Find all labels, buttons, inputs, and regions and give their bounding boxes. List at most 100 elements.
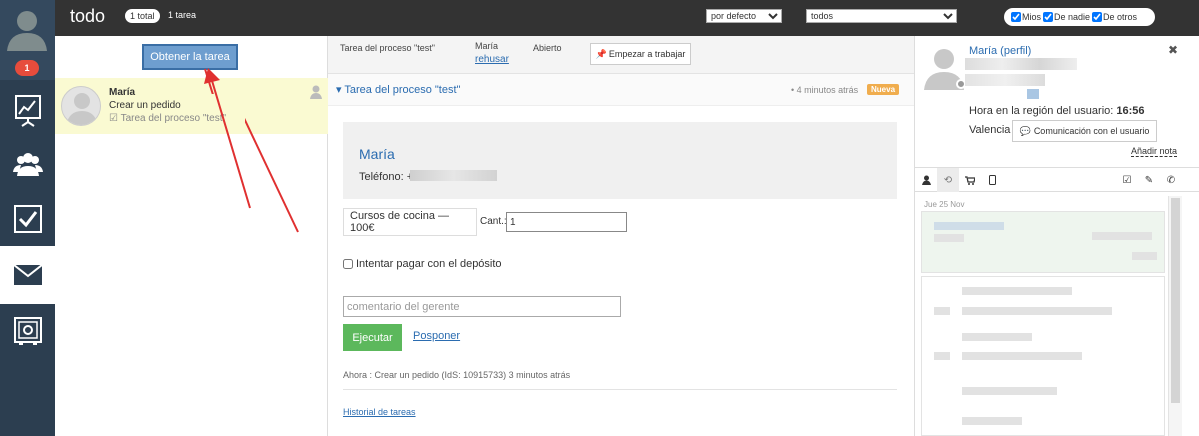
- total-pill: 1 total: [125, 9, 160, 23]
- task-history-link[interactable]: Historial de tareas: [343, 407, 416, 417]
- task-contact-name: María: [109, 87, 136, 98]
- redacted-text: [962, 417, 1022, 425]
- user-silhouette-icon: [66, 93, 98, 125]
- chat-icon: 💬: [1019, 125, 1031, 136]
- redacted-text: [962, 352, 1082, 360]
- mobile-icon: [988, 175, 996, 185]
- new-badge: Nueva: [867, 84, 900, 95]
- phone-icon: ✆: [1166, 174, 1176, 186]
- owner-filter: Mios De nadie De otros: [1004, 8, 1155, 26]
- redacted-text: [934, 307, 950, 315]
- close-icon[interactable]: ✖: [1168, 43, 1178, 57]
- task-list-panel: Obtener la tarea María Crear un pedido ☑…: [55, 36, 328, 436]
- nav-safe[interactable]: [0, 302, 55, 360]
- tab-tasks[interactable]: ☑: [1116, 168, 1138, 192]
- redacted-info: [965, 58, 1077, 70]
- scrollbar-thumb[interactable]: [1171, 198, 1180, 403]
- tab-user: María: [475, 41, 499, 51]
- nav-dashboard[interactable]: [0, 82, 55, 140]
- time-ago: • 4 minutos atrás: [791, 85, 859, 95]
- activity-feed: Jue 25 Nov: [921, 196, 1165, 436]
- user-local-time: Hora en la región del usuario: 16:56: [969, 105, 1145, 117]
- feed-entry: [921, 211, 1165, 273]
- filter-mine-checkbox[interactable]: [1011, 12, 1021, 22]
- redacted-info: [965, 74, 1045, 86]
- nav-contacts[interactable]: [0, 136, 55, 194]
- tab-mobile[interactable]: [981, 168, 1003, 192]
- safe-icon: [13, 317, 42, 345]
- execute-button[interactable]: Ejecutar: [343, 324, 402, 351]
- task-title-toggle[interactable]: ▾ Tarea del proceso "test": [336, 83, 460, 96]
- contact-card: María Teléfono: +: [343, 122, 897, 199]
- redacted-text: [934, 234, 964, 242]
- task-action: Crear un pedido: [109, 100, 181, 111]
- tab-history[interactable]: ⟲: [937, 168, 959, 192]
- chart-board-icon: [14, 95, 41, 127]
- feed-scrollbar[interactable]: [1168, 196, 1182, 436]
- user-avatar-icon: [7, 11, 47, 51]
- tab-cart[interactable]: [959, 168, 981, 192]
- feed-entry: [921, 276, 1165, 436]
- filter-nobody[interactable]: De nadie: [1043, 12, 1090, 22]
- qty-input[interactable]: [506, 212, 627, 232]
- redacted-text: [1092, 232, 1152, 240]
- qty-label: Cant.:: [480, 216, 507, 227]
- redacted-text: [1132, 252, 1157, 260]
- postpone-link[interactable]: Posponer: [413, 330, 460, 342]
- redacted-text: [962, 387, 1057, 395]
- mail-icon: [13, 265, 42, 285]
- phone-redacted: [410, 170, 497, 181]
- profile-link[interactable]: María (perfil): [969, 45, 1031, 57]
- tab-notes[interactable]: ✎: [1138, 168, 1160, 192]
- user-icon: [921, 175, 931, 185]
- task-detail-panel: Tarea del proceso "test" María rehusar A…: [328, 36, 914, 436]
- manager-comment-input[interactable]: [343, 296, 621, 317]
- group-icon: [12, 153, 43, 176]
- redacted-text: [962, 287, 1072, 295]
- deposit-option[interactable]: Intentar pagar con el depósito: [343, 258, 502, 270]
- task-tabs: Tarea del proceso "test" María rehusar A…: [328, 36, 914, 74]
- top-bar: todo 1 total 1 tarea por defecto todos M…: [55, 0, 1199, 36]
- add-note-link[interactable]: Añadir nota: [1131, 146, 1178, 157]
- tab-user-info[interactable]: [915, 168, 937, 192]
- filter-select[interactable]: todos: [806, 9, 957, 23]
- reject-link[interactable]: rehusar: [475, 54, 509, 65]
- contact-name[interactable]: María: [359, 146, 395, 162]
- nav-tasks[interactable]: [0, 190, 55, 248]
- redacted-text: [962, 333, 1032, 341]
- task-count: 1 tarea: [168, 10, 197, 20]
- phone-label: Teléfono: +: [359, 171, 414, 183]
- user-city: Valencia: [969, 124, 1011, 136]
- redacted-text: [962, 307, 1112, 315]
- annotation-arrow-line: [209, 73, 251, 209]
- profile-tabs: ⟲ ☑ ✎ ✆: [915, 167, 1199, 192]
- checkbox-icon: [13, 205, 42, 233]
- tab-status: Abierto: [533, 43, 562, 53]
- tab-process[interactable]: Tarea del proceso "test": [340, 43, 435, 53]
- filter-others-checkbox[interactable]: [1092, 12, 1103, 22]
- caret-down-icon: ▾: [336, 84, 342, 96]
- pin-icon: 📌: [595, 48, 607, 59]
- filter-mine[interactable]: Mios: [1011, 12, 1041, 22]
- pencil-icon: ✎: [1144, 174, 1154, 186]
- sort-select[interactable]: por defecto: [706, 9, 782, 23]
- product-item: Cursos de cocina — 100€: [343, 208, 477, 236]
- nav-mail[interactable]: [0, 246, 55, 304]
- tab-calls[interactable]: ✆: [1160, 168, 1182, 192]
- check-icon: ☑: [109, 113, 118, 124]
- start-work-button[interactable]: 📌 Empezar a trabajar: [590, 43, 691, 65]
- filter-nobody-checkbox[interactable]: [1043, 12, 1054, 22]
- redacted-text: [934, 222, 1004, 230]
- redacted-text: [934, 352, 950, 360]
- user-profile-panel: María (perfil) ✖ Hora en la región del u…: [914, 36, 1199, 436]
- deposit-checkbox[interactable]: [343, 259, 353, 269]
- left-nav: 1: [0, 0, 55, 436]
- feed-date: Jue 25 Nov: [924, 200, 965, 209]
- redacted-info: [1027, 89, 1039, 99]
- communicate-button[interactable]: 💬 Comunicación con el usuario: [1012, 120, 1157, 142]
- divider: [343, 389, 897, 390]
- page-title: todo: [70, 6, 106, 26]
- notification-badge[interactable]: 1: [15, 60, 39, 76]
- filter-others[interactable]: De otros: [1092, 12, 1137, 22]
- task-avatar: [61, 86, 101, 126]
